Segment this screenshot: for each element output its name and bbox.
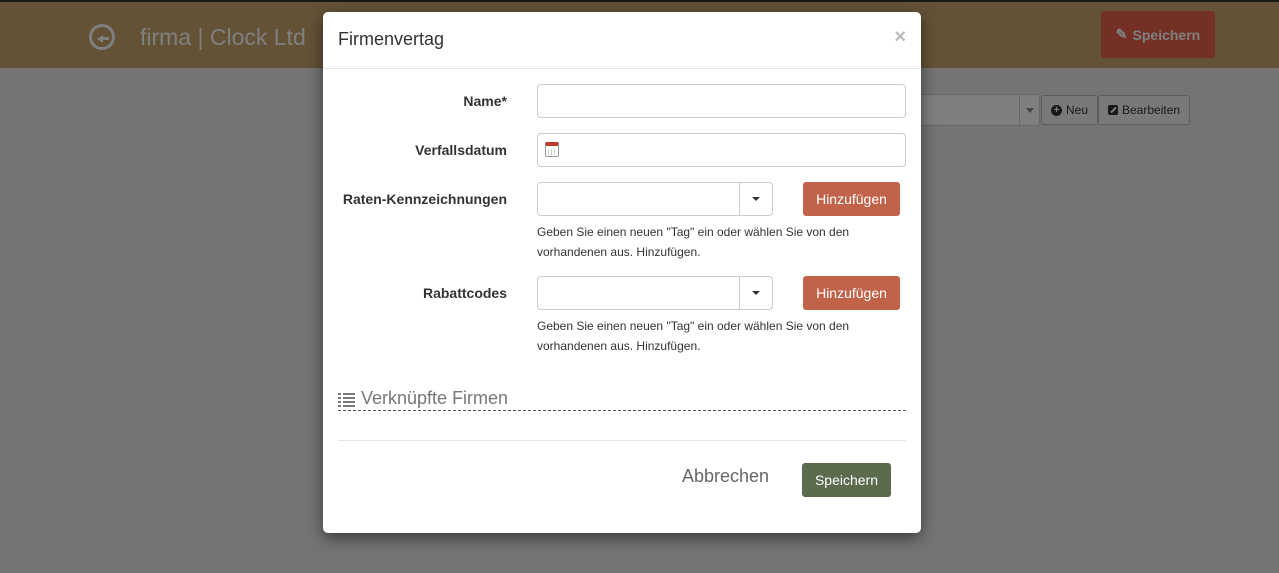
rate-tags-help-text: Geben Sie einen neuen "Tag" ein oder wäh… xyxy=(537,225,850,259)
discount-codes-label: Rabattcodes xyxy=(422,285,507,301)
rate-tags-combobox[interactable] xyxy=(537,182,773,216)
linked-companies-title: Verknüpfte Firmen xyxy=(361,388,509,408)
close-icon[interactable]: × xyxy=(894,26,906,49)
save-button[interactable]: Speichern xyxy=(802,463,891,497)
rate-tags-label: Raten-Kennzeichnungen xyxy=(342,191,507,207)
name-input[interactable] xyxy=(537,84,906,118)
modal-header: Firmenvertag × xyxy=(323,12,921,69)
company-contract-modal: Firmenvertag × Name* Verfallsdatum Raten… xyxy=(323,12,921,533)
discount-codes-combobox[interactable] xyxy=(537,276,773,310)
calendar-icon[interactable] xyxy=(545,142,559,157)
discount-codes-add-button[interactable]: Hinzufügen xyxy=(803,276,900,310)
discount-codes-help-text: Geben Sie einen neuen "Tag" ein oder wäh… xyxy=(537,319,850,353)
chevron-down-icon[interactable] xyxy=(739,183,772,215)
expiry-label: Verfallsdatum xyxy=(415,142,507,158)
chevron-down-icon[interactable] xyxy=(739,277,772,309)
expiry-date-input[interactable] xyxy=(537,133,906,167)
list-icon xyxy=(338,392,355,407)
modal-title: Firmenvertag xyxy=(338,29,445,49)
cancel-button[interactable]: Abbrechen xyxy=(682,466,769,487)
linked-companies-section[interactable]: Verknüpfte Firmen xyxy=(338,387,906,411)
rate-tags-add-button[interactable]: Hinzufügen xyxy=(803,182,900,216)
footer-divider xyxy=(338,440,906,441)
name-label: Name* xyxy=(463,93,507,109)
